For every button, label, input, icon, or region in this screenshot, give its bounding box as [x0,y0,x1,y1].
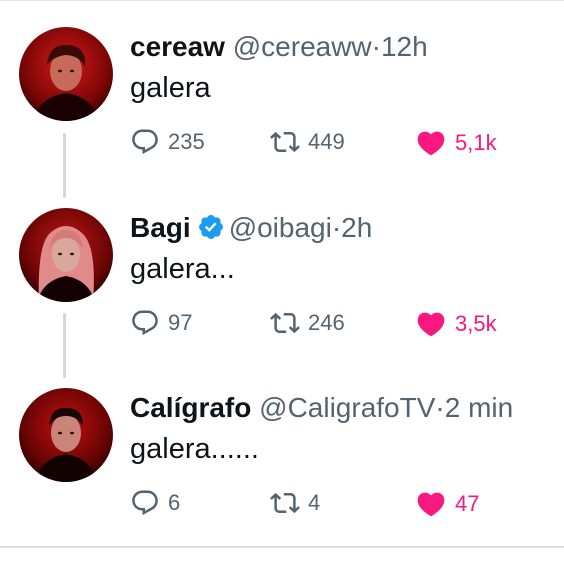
tweet[interactable]: Calígrafo @CaligrafoTV·2 min galera.....… [0,388,564,568]
retweet-arrows-icon [270,312,300,334]
retweet-button[interactable]: 4 [270,488,320,518]
like-button[interactable]: 3,5k [415,308,497,340]
avatar[interactable] [19,388,113,482]
avatar[interactable] [19,208,113,302]
retweet-arrows-icon [270,131,300,153]
separator: · [331,212,342,243]
separator: · [435,392,445,423]
reply-button[interactable]: 235 [130,127,205,157]
retweet-button[interactable]: 449 [270,127,345,157]
heart-filled-icon [417,312,445,337]
tweet-actions: 235 449 5,1k [130,127,550,159]
display-name[interactable]: Calígrafo [130,392,251,423]
user-handle[interactable]: @CaligrafoTV [259,392,435,423]
avatar[interactable] [19,27,113,121]
like-count: 47 [455,491,480,516]
user-handle[interactable]: @oibagi [229,212,332,243]
like-count: 3,5k [455,311,497,336]
tweet-actions: 97 246 3,5k [130,308,550,340]
speech-bubble-icon [132,310,158,336]
reply-count: 6 [168,490,181,515]
tweet-actions: 6 4 47 [130,488,550,520]
timestamp[interactable]: 2h [341,212,372,243]
like-count: 5,1k [455,130,497,155]
tweet-text: galera... [130,253,235,285]
speech-bubble-icon [132,129,158,155]
heart-filled-icon [417,131,445,156]
reply-count: 235 [168,129,205,154]
tweet[interactable]: Bagi @oibagi·2h galera... 97 246 3,5k [0,208,564,388]
speech-bubble-icon [132,490,158,516]
reply-button[interactable]: 97 [130,308,192,338]
heart-filled-icon [417,492,445,517]
separator: · [371,31,381,62]
timestamp[interactable]: 2 min [445,392,513,423]
like-button[interactable]: 5,1k [415,127,497,159]
bottom-border [0,546,564,548]
tweet[interactable]: cereaw @cereaww·12h galera 235 449 5,1k [0,27,564,207]
user-handle[interactable]: @cereaww [233,31,372,62]
retweet-arrows-icon [270,492,300,514]
tweet-text: galera...... [130,433,259,465]
timestamp[interactable]: 12h [381,31,428,62]
retweet-count: 4 [308,490,321,515]
retweet-button[interactable]: 246 [270,308,345,338]
tweet-header: cereaw @cereaww·12h [130,31,428,63]
tweet-header: Calígrafo @CaligrafoTV·2 min [130,392,513,424]
reply-count: 97 [168,310,193,335]
reply-button[interactable]: 6 [130,488,180,518]
verified-badge-icon [197,213,225,248]
top-border [0,0,564,1]
display-name[interactable]: cereaw [130,31,225,62]
tweet-header: Bagi @oibagi·2h [130,212,372,248]
retweet-count: 449 [308,129,345,154]
display-name[interactable]: Bagi [130,212,191,243]
retweet-count: 246 [308,310,345,335]
tweet-text: galera [130,72,211,104]
like-button[interactable]: 47 [415,488,479,520]
